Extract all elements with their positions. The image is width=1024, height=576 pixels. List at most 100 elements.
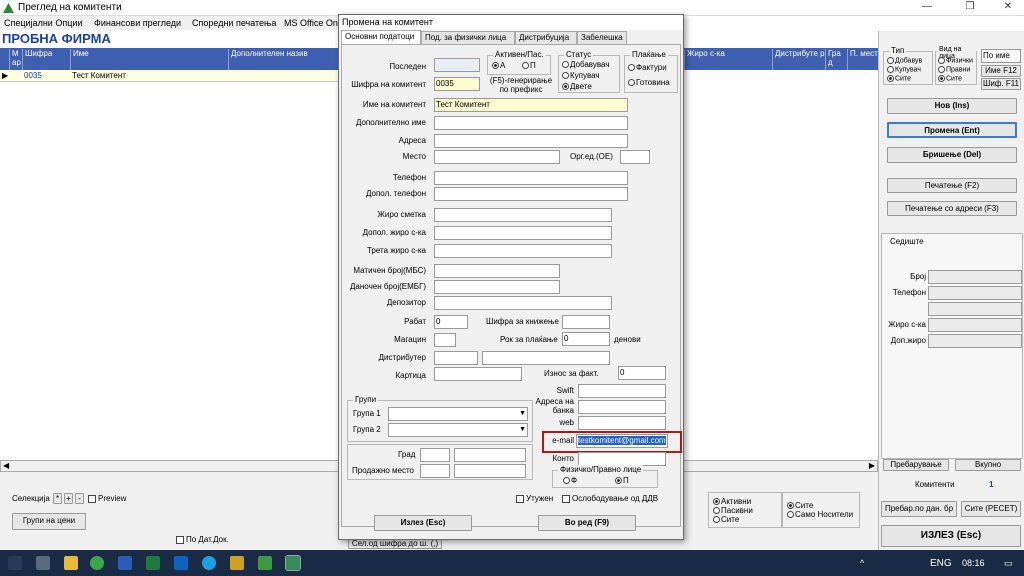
status-buyer[interactable]: Купувач xyxy=(562,71,600,80)
email-field[interactable]: testkomitent@gmail.com xyxy=(576,434,668,448)
dialog-exit-button[interactable]: Излез (Esc) xyxy=(374,515,472,531)
dialog-ok-button[interactable]: Во ред (F9) xyxy=(538,515,636,531)
search-button[interactable]: Пребарување xyxy=(883,459,949,471)
col-distributor[interactable]: Дистрибуте р xyxy=(772,49,825,70)
add-phone-field[interactable] xyxy=(434,187,628,201)
code-field[interactable]: 0035 xyxy=(434,77,480,91)
tab-physical-persons[interactable]: Под. за физички лица xyxy=(421,31,515,44)
carrier-all[interactable]: Сите xyxy=(787,501,813,510)
col-account[interactable]: Жиро с-ка xyxy=(684,49,772,70)
type-supplier[interactable]: Добавув xyxy=(887,57,922,64)
col-place[interactable]: П. мест xyxy=(847,49,878,70)
extra-name-field[interactable] xyxy=(434,116,628,130)
legal-physical[interactable]: Физички xyxy=(938,57,973,64)
card-field[interactable] xyxy=(434,367,522,381)
search-mode-select[interactable]: По име xyxy=(981,49,1021,63)
table-row[interactable]: ▶ 0035 Тест Комитент xyxy=(0,70,340,82)
shop-code-field[interactable] xyxy=(420,464,450,478)
folder-icon[interactable] xyxy=(64,556,78,570)
calculator-icon[interactable] xyxy=(36,556,50,570)
name-search-button[interactable]: Име F12 xyxy=(981,65,1021,77)
minimize-button[interactable]: — xyxy=(912,1,942,12)
last-field[interactable] xyxy=(434,58,480,72)
tab-basic-data[interactable]: Основни подaтоци xyxy=(341,30,421,45)
scroll-left-icon[interactable]: ◀ xyxy=(3,461,9,470)
discount-field[interactable]: 0 xyxy=(434,315,468,329)
pay-invoices[interactable]: Фактури xyxy=(628,63,667,72)
start-icon[interactable] xyxy=(8,556,22,570)
col-mark[interactable]: М ар xyxy=(9,49,22,70)
active-a[interactable]: А xyxy=(492,61,505,70)
distributor-name-field[interactable] xyxy=(482,351,610,365)
carrier-only[interactable]: Само Носители xyxy=(787,510,853,519)
print-addresses-button[interactable]: Печатење со адреси (F3) xyxy=(887,201,1017,216)
new-button[interactable]: Нов (Ins) xyxy=(887,98,1017,114)
excel-icon[interactable] xyxy=(146,556,160,570)
place-field[interactable] xyxy=(434,150,560,164)
pay-term-field[interactable]: 0 xyxy=(562,332,610,346)
seat-phone-field[interactable] xyxy=(928,286,1022,300)
shop-name-field[interactable] xyxy=(454,464,526,478)
seat-add-account-field[interactable] xyxy=(928,334,1022,348)
tax-field[interactable] xyxy=(434,280,560,294)
tab-notes[interactable]: Забелешка xyxy=(577,31,627,44)
clock[interactable]: 08:16 xyxy=(962,558,985,568)
address-field[interactable] xyxy=(434,134,628,148)
seat-extra-field[interactable] xyxy=(928,302,1022,316)
city-name-field[interactable] xyxy=(454,448,526,462)
mbs-field[interactable] xyxy=(434,264,560,278)
legal-type-f[interactable]: Ф xyxy=(563,476,577,485)
web-field[interactable] xyxy=(578,416,666,430)
scroll-right-icon[interactable]: ▶ xyxy=(869,461,875,470)
filter-all[interactable]: Сите xyxy=(713,515,739,524)
city-code-field[interactable] xyxy=(420,448,450,462)
vat-free-checkbox[interactable]: Ослободување од ДДВ xyxy=(562,494,658,503)
konto-field[interactable] xyxy=(578,452,666,466)
filter-passive[interactable]: Пасивни xyxy=(713,506,753,515)
menu-special-options[interactable]: Специјални Опции xyxy=(4,18,82,28)
third-account-field[interactable] xyxy=(434,244,612,258)
tab-distribution[interactable]: Дистрибуција xyxy=(515,31,577,44)
delete-button[interactable]: Бришење (Del) xyxy=(887,147,1017,163)
status-both[interactable]: Двете xyxy=(562,82,592,91)
col-extra-name[interactable]: Дополнителен назив xyxy=(228,49,340,70)
distributor-code-field[interactable] xyxy=(434,351,478,365)
group2-select[interactable]: ▼ xyxy=(388,423,528,437)
legal-all[interactable]: Сите xyxy=(938,75,962,82)
tray-chevron-icon[interactable]: ^ xyxy=(860,558,864,568)
seat-account-field[interactable] xyxy=(928,318,1022,332)
col-city[interactable]: Гра д xyxy=(825,49,847,70)
type-all[interactable]: Сите xyxy=(887,75,911,82)
bank-address-field[interactable] xyxy=(578,400,666,414)
swift-field[interactable] xyxy=(578,384,666,398)
client-name-field[interactable]: Тест Комитент xyxy=(434,98,628,112)
exit-button[interactable]: ИЗЛЕЗ (Esc) xyxy=(881,525,1021,547)
menu-secondary-prints[interactable]: Споредни печатења xyxy=(192,18,276,28)
col-code[interactable]: Шифра xyxy=(22,49,70,70)
skype-icon[interactable] xyxy=(202,556,216,570)
word-icon[interactable] xyxy=(118,556,132,570)
menu-ms-office[interactable]: MS Office On xyxy=(284,18,338,28)
edit-button[interactable]: Промена (Ent) xyxy=(887,122,1017,138)
close-button[interactable]: ✕ xyxy=(993,1,1023,12)
select-all-button[interactable]: * xyxy=(53,493,62,504)
invoice-amount-field[interactable]: 0 xyxy=(618,366,666,380)
depositor-field[interactable] xyxy=(434,296,612,310)
reset-all-button[interactable]: Сите (РЕСЕТ) xyxy=(961,501,1021,517)
warehouse-field[interactable] xyxy=(434,333,456,347)
code-search-button[interactable]: Шиф. F11 xyxy=(981,78,1021,90)
chevron-down-icon[interactable]: ▼ xyxy=(519,424,526,436)
add-account-field[interactable] xyxy=(434,226,612,240)
chrome-icon[interactable] xyxy=(90,556,104,570)
by-date-checkbox[interactable]: По Дат.Док. xyxy=(176,535,229,544)
active-app-icon[interactable] xyxy=(285,555,301,571)
select-add-button[interactable]: + xyxy=(64,493,73,504)
sued-checkbox[interactable]: Утужен xyxy=(516,494,553,503)
group1-select[interactable]: ▼ xyxy=(388,407,528,421)
app-icon-7[interactable] xyxy=(230,556,244,570)
search-by-tax-button[interactable]: Пребар.по дан. бр xyxy=(881,501,957,517)
legal-legal[interactable]: Правни xyxy=(938,66,970,73)
pay-cash[interactable]: Готовина xyxy=(628,78,670,87)
active-p[interactable]: П xyxy=(522,61,536,70)
print-button[interactable]: Печатење (F2) xyxy=(887,178,1017,193)
